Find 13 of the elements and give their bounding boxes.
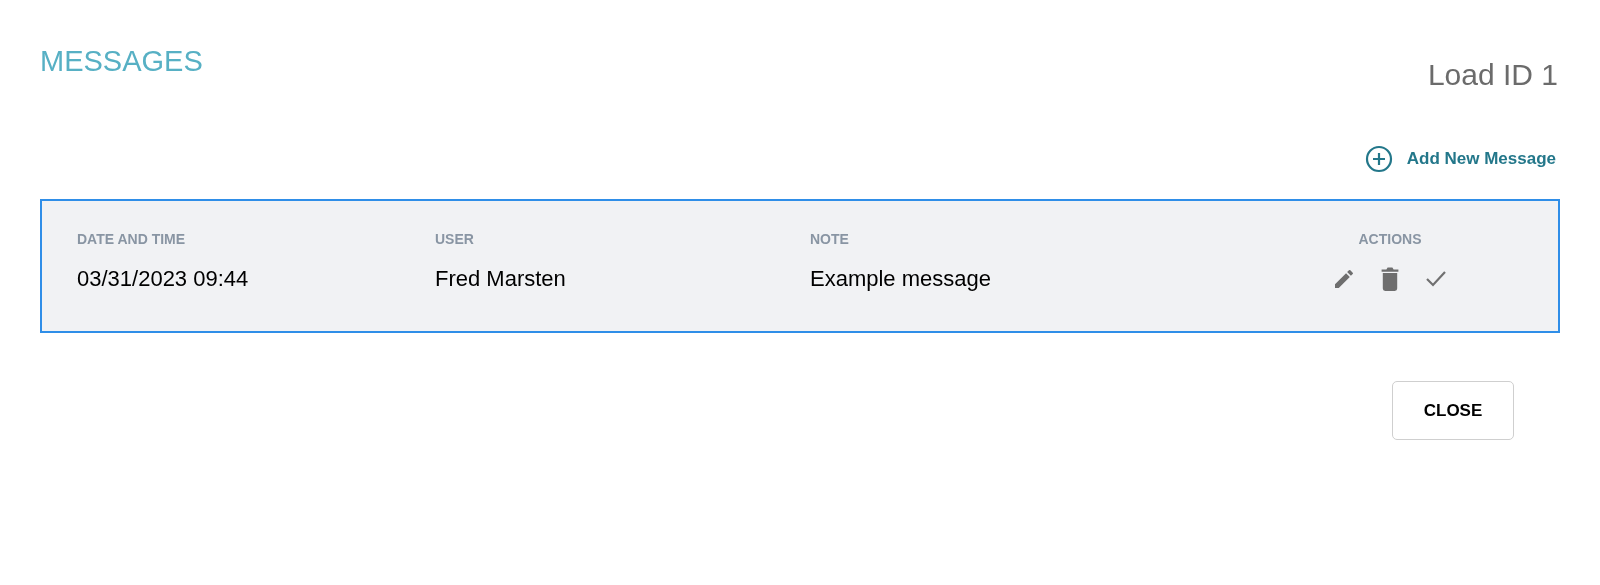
table-cell-text: 03/31/2023 09:44 xyxy=(77,265,250,293)
table-cell-text: Example message xyxy=(810,265,992,293)
table-cell-text: Fred Marsten xyxy=(435,265,567,293)
column-header: USER xyxy=(435,230,475,249)
column-header: ACTIONS xyxy=(1357,230,1423,249)
column-header: DATE AND TIME xyxy=(77,230,187,249)
close-button[interactable]: CLOSE xyxy=(1392,381,1514,440)
add-icon xyxy=(1364,145,1393,173)
dialog-title: MESSAGES xyxy=(40,44,203,78)
add-message-button[interactable]: Add New Message xyxy=(1364,145,1556,173)
load-id: Load ID 1 xyxy=(1427,57,1558,93)
column-header: NOTE xyxy=(810,230,850,249)
trash-icon[interactable] xyxy=(1380,266,1400,291)
